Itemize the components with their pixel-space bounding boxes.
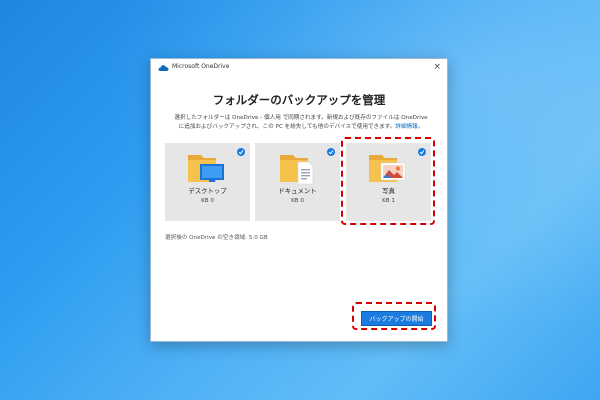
checked-icon xyxy=(418,148,426,156)
start-backup-button[interactable]: バックアップの開始 xyxy=(361,311,432,326)
folder-size: KB 0 xyxy=(201,198,214,204)
desktop-folder-icon xyxy=(188,155,224,182)
description-line-2-text: に追加およびバックアップされ、この PC を紛失しても他のデバイスで使用できます… xyxy=(178,124,396,130)
learn-more-link[interactable]: 詳細情報 xyxy=(395,124,417,130)
close-button[interactable]: × xyxy=(433,61,441,73)
pictures-folder-icon xyxy=(369,155,406,182)
folder-label: 写真 xyxy=(382,187,395,195)
documents-folder-icon xyxy=(280,155,314,185)
description: 選択したフォルダーは OneDrive - 個人用 で同期されます。新規および既… xyxy=(165,114,437,132)
description-line-2: に追加およびバックアップされ、この PC を紛失しても他のデバイスで使用できます… xyxy=(165,123,437,132)
folder-card-desktop[interactable]: デスクトップ KB 0 xyxy=(165,143,250,221)
checked-icon xyxy=(237,148,245,156)
description-line-1: 選択したフォルダーは OneDrive - 個人用 で同期されます。新規および既… xyxy=(174,115,428,121)
onedrive-dialog: Microsoft OneDrive × フォルダーのバックアップを管理 選択し… xyxy=(150,58,448,342)
title-bar: Microsoft OneDrive × xyxy=(151,59,447,77)
onedrive-cloud-icon xyxy=(158,65,169,71)
folder-card-documents[interactable]: ドキュメント KB 0 xyxy=(255,143,340,221)
folder-label: デスクトップ xyxy=(188,187,227,195)
window-title: Microsoft OneDrive xyxy=(172,63,230,70)
description-line-2-suffix: 。 xyxy=(417,124,424,130)
page-title: フォルダーのバックアップを管理 xyxy=(212,93,386,107)
folder-size: KB 0 xyxy=(291,198,304,204)
folder-card-pictures[interactable]: 写真 KB 1 xyxy=(346,143,431,221)
folder-size: KB 1 xyxy=(382,198,395,204)
checked-icon xyxy=(327,148,335,156)
space-remaining-text: 選択後の OneDrive の空き領域: 5.0 GB xyxy=(165,235,268,241)
folder-label: ドキュメント xyxy=(278,187,317,195)
